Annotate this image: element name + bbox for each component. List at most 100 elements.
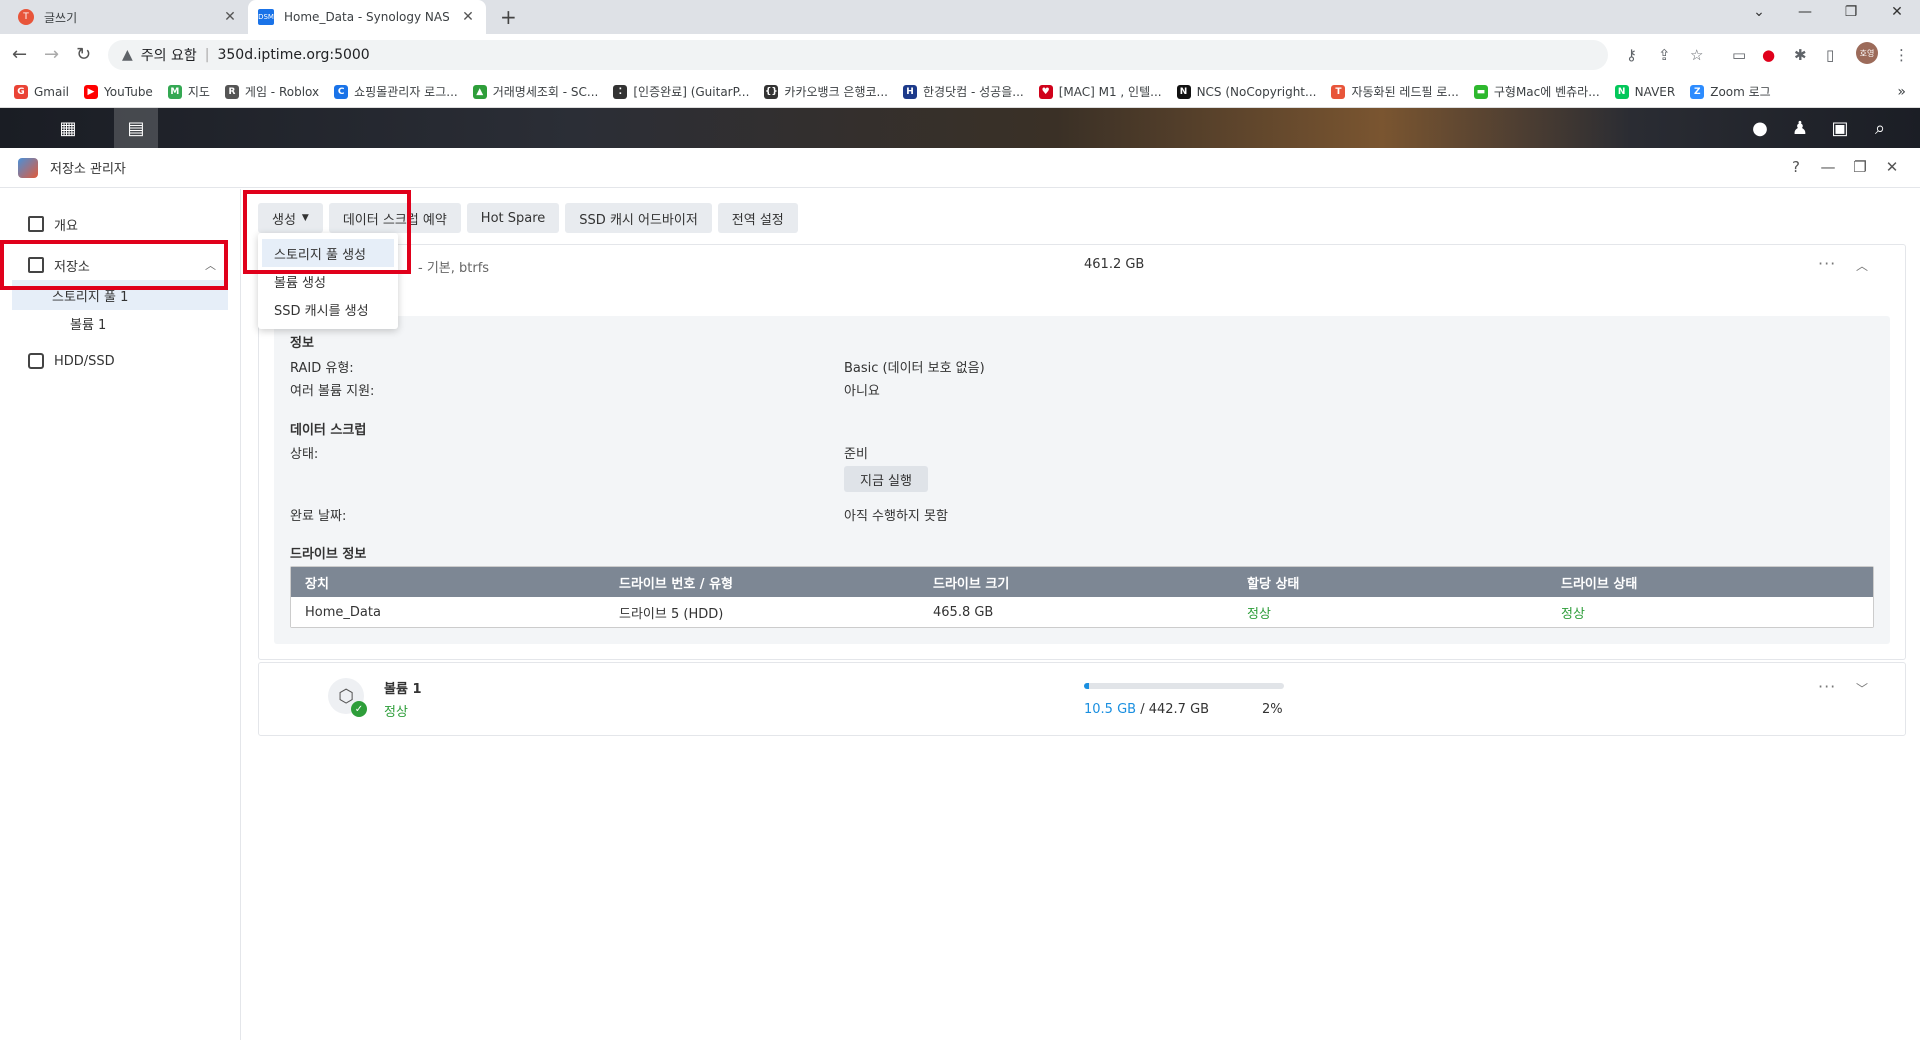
bookmark-item[interactable]: T 자동화된 레드필 로... [1331,83,1459,100]
column-header[interactable]: 드라이브 번호 / 유형 [605,573,919,592]
browser-toolbar: ← → ↻ ▲ 주의 요함 | 350d.iptime.org:5000 ⚷ ⇪… [0,34,1920,76]
share-icon[interactable]: ⇪ [1658,46,1671,64]
restore-window-icon[interactable]: ❐ [1828,4,1874,20]
bookmark-item[interactable]: {} 카카오뱅크 은행코... [764,83,888,100]
bookmark-item[interactable]: ♥ [MAC] M1 , 인텔... [1038,83,1162,100]
bookmark-item[interactable]: Z Zoom 로그 [1690,83,1771,100]
sidebar-item-label: 저장소 [54,259,90,275]
volume-more-options-icon[interactable]: ··· [1818,677,1836,696]
expand-icon[interactable]: ﹀ [1856,680,1868,697]
help-button[interactable]: ? [1786,158,1806,176]
widgets-icon[interactable]: ▣ [1818,108,1862,148]
column-header[interactable]: 드라이브 크기 [919,573,1233,592]
bookmark-icon: Z [1690,84,1705,99]
bookmark-item[interactable]: R 게임 - Roblox [224,83,319,100]
ssd-cache-advisor-button[interactable]: SSD 캐시 어드바이저 [565,203,712,233]
browser-tab[interactable]: T 글쓰기 ✕ [8,0,248,34]
security-label[interactable]: 주의 요함 [141,45,197,65]
volume-usage-percent: 2% [1262,702,1283,717]
bookmark-item[interactable]: G Gmail [14,84,69,99]
collapse-icon[interactable]: ︿ [1856,257,1868,274]
minimize-window-icon[interactable]: — [1782,4,1828,20]
browser-tabstrip: T 글쓰기 ✕ DSM Home_Data - Synology NAS ✕ +… [0,0,1920,34]
table-row[interactable]: Home_Data 드라이브 5 (HDD) 465.8 GB 정상 정상 [291,597,1873,627]
cast-icon[interactable]: ▭ [1732,46,1746,64]
sidebar-item-volume-1[interactable]: 볼륨 1 [12,308,228,338]
bookmark-label: 카카오뱅크 은행코... [784,85,889,99]
hot-spare-button[interactable]: Hot Spare [466,203,560,233]
overview-icon [28,216,44,232]
tab-title: Home_Data - Synology NAS [284,10,450,24]
bookmark-item[interactable]: N NAVER [1614,84,1675,99]
bookmark-icon: M [167,84,182,99]
column-header[interactable]: 장치 [291,573,605,592]
scrub-status-value: 준비 [844,447,868,462]
volume-card[interactable] [258,662,1906,736]
minimize-app-icon[interactable]: — [1818,158,1838,176]
storage-manager-taskbar-icon[interactable]: ▤ [114,108,158,148]
bookmark-item[interactable]: N NCS (NoCopyright... [1176,84,1317,99]
sidebar-item-label: 스토리지 풀 1 [52,289,129,305]
tab-search-icon[interactable]: ⌄ [1736,4,1782,20]
forward-icon[interactable]: → [44,44,59,65]
bookmark-label: 거래명세조회 - SC... [492,85,599,99]
scrub-schedule-button[interactable]: 데이터 스크럽 예약 [328,203,461,233]
sidebar-item-overview[interactable]: 개요 [12,209,228,239]
volume-usage-text: 10.5 GB / 442.7 GB [1084,702,1209,717]
bookmark-item[interactable]: ▶ YouTube [84,84,153,99]
close-window-icon[interactable]: ✕ [1874,4,1920,20]
side-panel-icon[interactable]: ▯ [1826,46,1834,64]
volume-name: 볼륨 1 [384,682,422,697]
address-bar[interactable]: ▲ 주의 요함 | 350d.iptime.org:5000 [108,40,1608,70]
key-icon[interactable]: ⚷ [1626,46,1637,64]
run-now-button[interactable]: 지금 실행 [844,466,928,492]
menu-item-create-ssd-cache[interactable]: SSD 캐시를 생성 [262,295,394,323]
bookmark-item[interactable]: ⁚ [인증완료] (GuitarP... [613,83,749,100]
back-icon[interactable]: ← [12,44,27,65]
close-app-icon[interactable]: ✕ [1882,158,1902,176]
new-tab-button[interactable]: + [500,5,517,29]
volume-status: 정상 [384,705,408,720]
main-menu-icon[interactable]: ▦ [46,108,90,148]
bookmark-item[interactable]: ▲ 거래명세조회 - SC... [472,83,599,100]
user-icon[interactable]: ♟ [1778,108,1822,148]
warning-icon[interactable]: ▲ [122,47,133,63]
more-options-icon[interactable]: ··· [1818,254,1836,273]
menu-item-create-volume[interactable]: 볼륨 생성 [262,267,394,295]
bookmark-label: NCS (NoCopyright... [1196,84,1317,99]
chevron-up-icon[interactable]: ︿ [205,257,216,273]
star-icon[interactable]: ☆ [1690,46,1703,64]
column-header[interactable]: 드라이브 상태 [1547,573,1861,592]
bookmark-item[interactable]: ▬ 구형Mac에 벤츄라... [1473,83,1600,100]
menu-item-create-storage-pool[interactable]: 스토리지 풀 생성 [262,239,394,267]
browser-tab-active[interactable]: DSM Home_Data - Synology NAS ✕ [248,0,486,34]
volume-total: 442.7 GB [1148,702,1210,717]
menu-icon[interactable]: ⋮ [1894,46,1909,64]
reload-icon[interactable]: ↻ [76,44,91,65]
global-settings-button[interactable]: 전역 설정 [717,203,798,233]
sidebar-item-storage[interactable]: 저장소 ︿ [12,250,228,280]
bookmark-label: [MAC] M1 , 인텔... [1058,85,1162,99]
create-button[interactable]: 생성 ▼ [258,203,323,233]
opera-extension-icon[interactable]: ● [1762,46,1775,64]
extensions-icon[interactable]: ✱ [1794,46,1807,64]
profile-avatar[interactable]: 호영 [1856,42,1878,64]
close-tab-icon[interactable]: ✕ [222,9,238,25]
search-icon[interactable]: ⌕ [1858,108,1902,148]
bookmark-item[interactable]: C 쇼핑몰관리자 로그... [334,83,458,100]
dsm-favicon-icon: DSM [258,9,274,25]
table-header: 장치 드라이브 번호 / 유형 드라이브 크기 할당 상태 드라이브 상태 [291,567,1873,597]
bookmarks-more-button[interactable]: » [1897,84,1906,100]
bookmark-icon: H [903,84,918,99]
url-text[interactable]: 350d.iptime.org:5000 [217,47,369,63]
bookmark-item[interactable]: H 한경닷컴 - 성공을... [903,83,1024,100]
close-tab-icon[interactable]: ✕ [460,9,476,25]
bookmark-label: 쇼핑몰관리자 로그... [354,85,458,99]
maximize-app-icon[interactable]: ❐ [1850,158,1870,176]
sidebar-item-hdd-ssd[interactable]: HDD/SSD [12,346,228,376]
bookmark-icon: N [1176,84,1191,99]
bookmark-item[interactable]: M 지도 [167,83,210,100]
column-header[interactable]: 할당 상태 [1233,573,1547,592]
sidebar-item-storage-pool-1[interactable]: 스토리지 풀 1 [12,280,228,310]
notifications-icon[interactable]: ● [1738,108,1782,148]
